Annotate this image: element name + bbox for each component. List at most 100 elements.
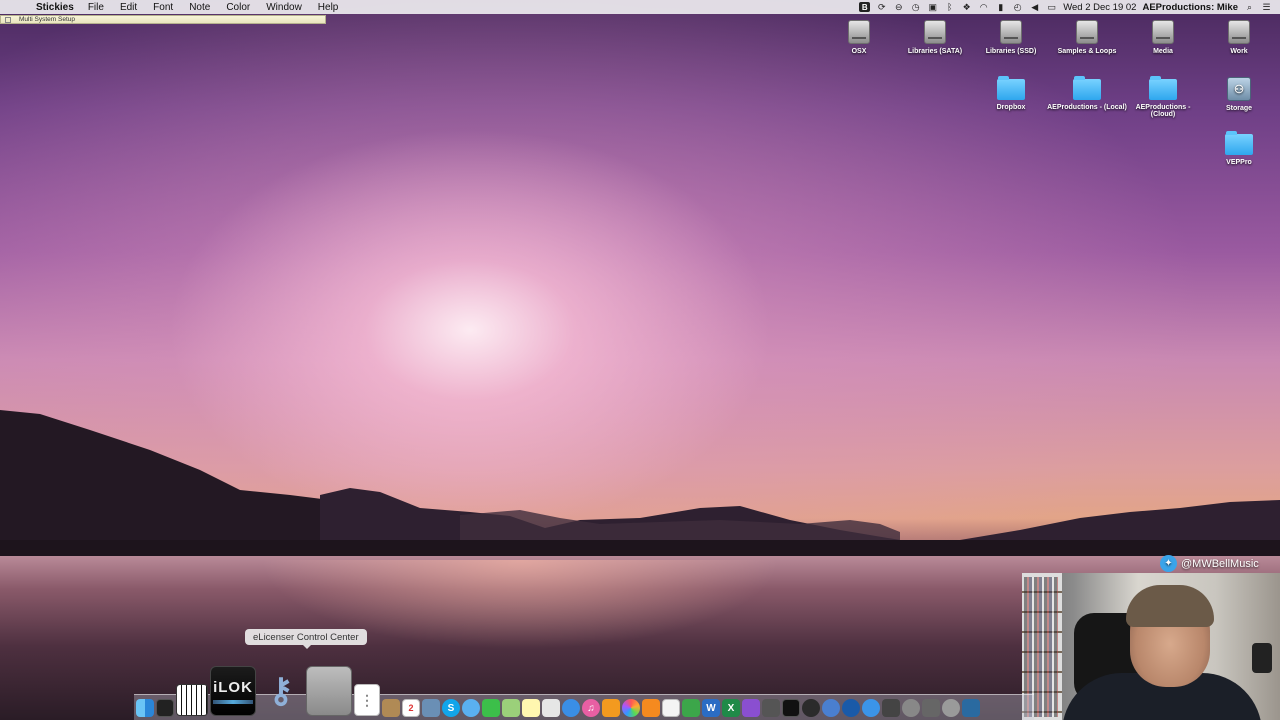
itunes-icon[interactable]: ♫	[582, 699, 600, 717]
photo-booth-icon[interactable]	[742, 699, 760, 717]
reminders-icon[interactable]: ⋮	[354, 684, 380, 716]
app-store-icon[interactable]	[862, 699, 880, 717]
battery-icon[interactable]: ▭	[1046, 2, 1057, 12]
maps-icon[interactable]	[502, 699, 520, 717]
lock-icon[interactable]: ▮	[995, 2, 1006, 12]
vienna-icon[interactable]	[822, 699, 840, 717]
notes-icon[interactable]	[522, 699, 540, 717]
desktop-icon-dropbox[interactable]: Dropbox	[971, 76, 1051, 111]
notification-center-icon[interactable]: ☰	[1261, 2, 1272, 12]
menu-help[interactable]: Help	[310, 2, 347, 13]
folder-icon	[1149, 76, 1177, 100]
desk-lamp	[1252, 643, 1272, 673]
trash-icon[interactable]	[962, 699, 980, 717]
twitter-handle-overlay: ✦ @MWBellMusic	[1160, 555, 1259, 572]
desktop-icon-libraries-ssd[interactable]: Libraries (SSD)	[971, 20, 1051, 55]
calendar-icon[interactable]: 2	[402, 699, 420, 717]
dash-circle-icon[interactable]: ⊖	[893, 2, 904, 12]
messages-icon[interactable]	[462, 699, 480, 717]
photos-app-icon[interactable]	[622, 699, 640, 717]
desktop-icon-storage[interactable]: ⚇ Storage	[1199, 77, 1279, 112]
wifi-icon[interactable]: ◠	[978, 2, 989, 12]
sync-icon[interactable]: ⟳	[876, 2, 887, 12]
sticky-note-window[interactable]: Multi System Setup	[0, 15, 326, 24]
menu-note[interactable]: Note	[181, 2, 218, 13]
clock-icon[interactable]: ◷	[910, 2, 921, 12]
twitter-bird-icon: ✦	[1160, 555, 1177, 572]
numbers-icon[interactable]	[682, 699, 700, 717]
excel-icon[interactable]: X	[722, 699, 740, 717]
spotlight-search-icon[interactable]: ⌕	[1244, 2, 1255, 12]
desktop-icon-label: Dropbox	[996, 104, 1026, 111]
desktop-icon-label: Samples & Loops	[1057, 48, 1117, 55]
folder-icon	[1225, 131, 1253, 155]
activity-monitor-icon[interactable]	[156, 699, 174, 717]
desktop-icon-aeproductions-local[interactable]: AEProductions - (Local)	[1047, 76, 1127, 111]
system-preferences-icon[interactable]	[942, 699, 960, 717]
calculator-icon[interactable]	[306, 666, 352, 716]
piano-keyboard-icon[interactable]	[176, 684, 208, 716]
sticky-note-title: Multi System Setup	[19, 16, 75, 23]
desktop-icon-label: Media	[1153, 48, 1173, 55]
desktop-icon-libraries-sata[interactable]: Libraries (SATA)	[895, 20, 975, 55]
disk-utility-icon[interactable]	[902, 699, 920, 717]
facetime-icon[interactable]	[482, 699, 500, 717]
menu-color[interactable]: Color	[218, 2, 258, 13]
terminal-icon[interactable]	[782, 699, 800, 717]
presenter-hair	[1126, 585, 1214, 627]
airplay-icon[interactable]: ▣	[927, 2, 938, 12]
user-menu[interactable]: AEProductions: Mike	[1142, 2, 1238, 13]
menu-font[interactable]: Font	[145, 2, 181, 13]
desktop-icon-samples-loops[interactable]: Samples & Loops	[1047, 20, 1127, 55]
notefile-icon[interactable]	[382, 699, 400, 717]
twitter-handle: @MWBellMusic	[1181, 557, 1259, 570]
desktop-icon-label: Libraries (SSD)	[985, 48, 1037, 55]
textedit-icon[interactable]	[662, 699, 680, 717]
word-icon[interactable]: W	[702, 699, 720, 717]
menu-clock[interactable]: Wed 2 Dec 19 02	[1063, 2, 1136, 13]
desktop-icon-label: Libraries (SATA)	[907, 48, 963, 55]
desktop-icon-work[interactable]: Work	[1199, 20, 1279, 55]
finder-icon[interactable]	[136, 699, 154, 717]
desktop-icon-media[interactable]: Media	[1123, 20, 1203, 55]
dock-tooltip: eLicenser Control Center	[245, 629, 367, 649]
folder-icon	[1073, 76, 1101, 100]
desktop-icon-label: AEProductions - (Cloud)	[1135, 104, 1191, 118]
desktop-icon-veppro[interactable]: VEPPro	[1199, 131, 1279, 166]
logic-icon[interactable]	[802, 699, 820, 717]
app-menu[interactable]: Stickies	[26, 2, 80, 13]
network-icon[interactable]	[882, 699, 900, 717]
skype-icon[interactable]: S	[442, 699, 460, 717]
desktop-icon-label: Work	[1230, 48, 1248, 55]
bluetooth-icon[interactable]: ᛒ	[944, 2, 955, 12]
hard-drive-icon	[848, 20, 870, 44]
volume-icon[interactable]: ◀	[1029, 2, 1040, 12]
photos-icon[interactable]	[542, 699, 560, 717]
imovie-icon[interactable]	[762, 699, 780, 717]
desktop-icon-label: OSX	[851, 48, 867, 55]
ilok-license-manager-icon[interactable]: iLOK	[210, 666, 256, 716]
menu-edit[interactable]: Edit	[112, 2, 145, 13]
menu-file[interactable]: File	[80, 2, 112, 13]
vlc-icon[interactable]	[642, 699, 660, 717]
hard-drive-icon	[1228, 20, 1250, 44]
hard-drive-icon	[1152, 20, 1174, 44]
elicenser-keys-icon[interactable]: ⚷	[258, 666, 304, 716]
desktop-icon-label: AEProductions - (Local)	[1047, 104, 1127, 111]
desktop-icon-osx[interactable]: OSX	[819, 20, 899, 55]
wallpaper-mountains	[0, 410, 1280, 570]
desktop-icon-aeproductions-cloud[interactable]: AEProductions - (Cloud)	[1123, 76, 1203, 118]
dropbox-icon[interactable]: ❖	[961, 2, 972, 12]
preview-icon[interactable]	[422, 699, 440, 717]
safari-icon[interactable]	[562, 699, 580, 717]
bold-app-icon[interactable]: B	[859, 2, 871, 12]
time-machine-icon[interactable]: ◴	[1012, 2, 1023, 12]
folder-icon	[997, 76, 1025, 100]
dock: iLOK ⚷ ⋮ 2 S ♫ W X	[136, 660, 980, 720]
ilok-label: iLOK	[213, 678, 253, 696]
close-icon[interactable]	[5, 17, 11, 23]
menu-window[interactable]: Window	[258, 2, 310, 13]
vep-icon[interactable]	[922, 699, 940, 717]
quicktime-icon[interactable]	[842, 699, 860, 717]
ibooks-icon[interactable]	[602, 699, 620, 717]
